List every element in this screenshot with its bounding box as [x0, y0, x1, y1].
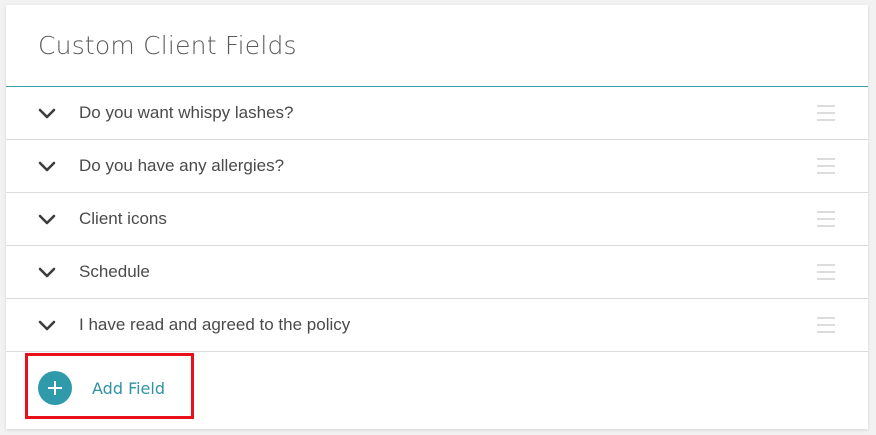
field-label: Schedule	[79, 262, 150, 281]
chevron-down-icon[interactable]	[37, 159, 57, 173]
add-field-button[interactable]: Add Field	[38, 371, 165, 405]
field-label: Do you want whispy lashes?	[79, 103, 294, 122]
drag-handle-icon[interactable]	[816, 315, 836, 335]
add-field-row: Add Field	[6, 352, 868, 426]
field-row[interactable]: Client icons	[6, 193, 868, 246]
custom-client-fields-card: Custom Client Fields Do you want whispy …	[6, 5, 868, 429]
chevron-down-icon[interactable]	[37, 265, 57, 279]
field-row[interactable]: Do you want whispy lashes?	[6, 87, 868, 140]
field-list: Do you want whispy lashes? Do you have a…	[6, 87, 868, 352]
drag-handle-icon[interactable]	[816, 209, 836, 229]
plus-circle-icon[interactable]	[38, 371, 72, 405]
field-row[interactable]: I have read and agreed to the policy	[6, 299, 868, 352]
chevron-down-icon[interactable]	[37, 318, 57, 332]
chevron-down-icon[interactable]	[37, 106, 57, 120]
add-field-label[interactable]: Add Field	[92, 379, 165, 398]
field-label: Client icons	[79, 209, 167, 228]
field-row[interactable]: Schedule	[6, 246, 868, 299]
drag-handle-icon[interactable]	[816, 156, 836, 176]
chevron-down-icon[interactable]	[37, 212, 57, 226]
field-label: I have read and agreed to the policy	[79, 315, 351, 334]
page-title: Custom Client Fields	[38, 31, 297, 60]
drag-handle-icon[interactable]	[816, 262, 836, 282]
field-row[interactable]: Do you have any allergies?	[6, 140, 868, 193]
field-label: Do you have any allergies?	[79, 156, 285, 175]
drag-handle-icon[interactable]	[816, 103, 836, 123]
card-header: Custom Client Fields	[6, 5, 868, 87]
